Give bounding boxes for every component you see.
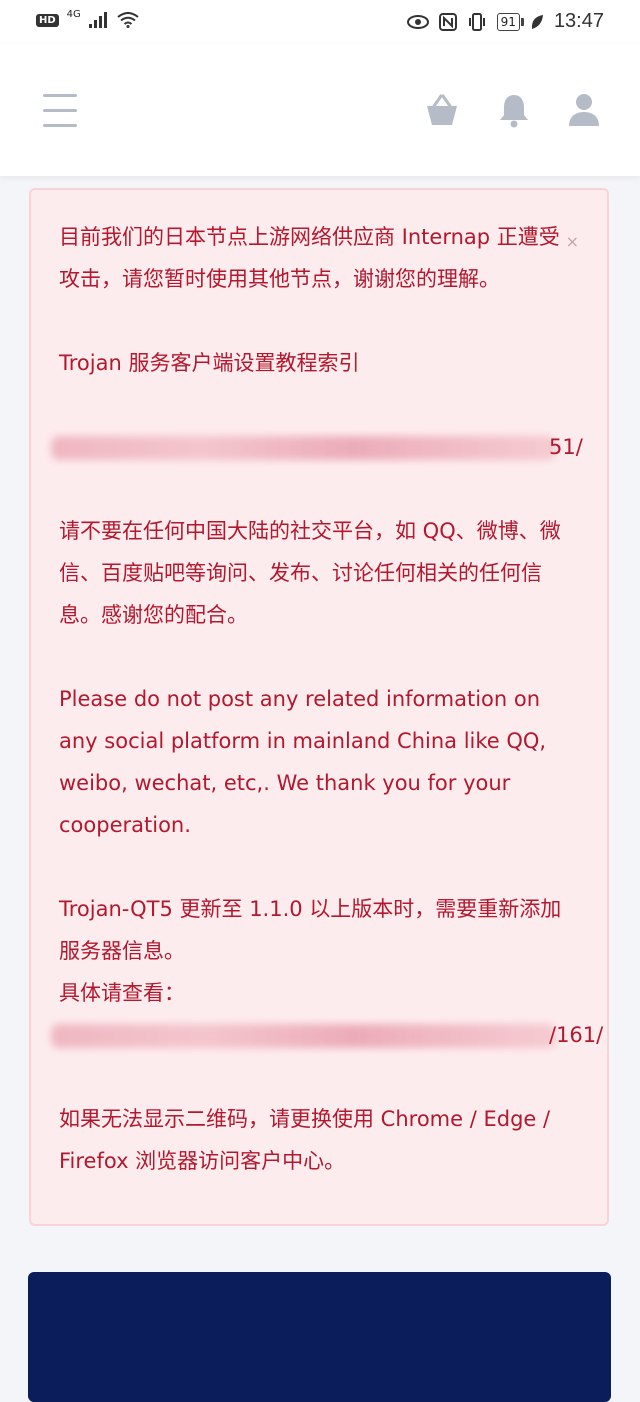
notice-paragraph: Trojan-QT5 更新至 1.1.0 以上版本时，需要重新添加服务器信息。 (59, 897, 562, 963)
redacted-url (51, 436, 556, 460)
status-left: HD 4G (36, 8, 139, 28)
notice-paragraph: 具体请查看： (59, 981, 185, 1005)
link-tail: 51/ (549, 435, 583, 459)
eye-icon (406, 14, 429, 29)
link-tail: /161/ (549, 1023, 604, 1047)
notice-paragraph: 如果无法显示二维码，请更换使用 Chrome / Edge / Firefox … (59, 1107, 551, 1173)
tutorial-link[interactable]: 51/ (51, 426, 611, 468)
basket-icon[interactable] (424, 92, 460, 128)
notice-body: 目前我们的日本节点上游网络供应商 Internap 正遭受攻击，请您暂时使用其他… (51, 216, 603, 1182)
network-type: 4G (66, 8, 81, 20)
notice-paragraph: Trojan 服务客户端设置教程索引 (59, 351, 360, 375)
hd-badge: HD (36, 13, 59, 27)
redacted-url (51, 1024, 556, 1048)
notice-alert: × 目前我们的日本节点上游网络供应商 Internap 正遭受攻击，请您暂时使用… (29, 188, 609, 1226)
hamburger-menu-icon[interactable] (43, 94, 77, 128)
vibrate-icon (468, 12, 485, 31)
bell-icon[interactable] (496, 92, 532, 128)
status-right: 91 13:47 (406, 10, 604, 33)
notice-paragraph: Please do not post any related informati… (59, 687, 547, 837)
wifi-icon (117, 12, 139, 28)
top-header (0, 44, 640, 176)
notice-paragraph: 请不要在任何中国大陆的社交平台，如 QQ、微博、微信、百度贴吧等询问、发布、讨论… (59, 519, 561, 627)
signal-icon (88, 12, 107, 28)
update-link[interactable]: /161/ (51, 1014, 611, 1056)
dark-card (28, 1272, 611, 1402)
notice-paragraph: 目前我们的日本节点上游网络供应商 Internap 正遭受攻击，请您暂时使用其他… (59, 225, 560, 291)
nfc-icon (438, 12, 457, 31)
user-icon[interactable] (566, 92, 602, 128)
leaf-icon (531, 14, 543, 29)
status-bar: HD 4G 91 13:47 (0, 0, 640, 44)
battery-indicator: 91 (496, 12, 525, 31)
clock: 13:47 (553, 10, 604, 32)
